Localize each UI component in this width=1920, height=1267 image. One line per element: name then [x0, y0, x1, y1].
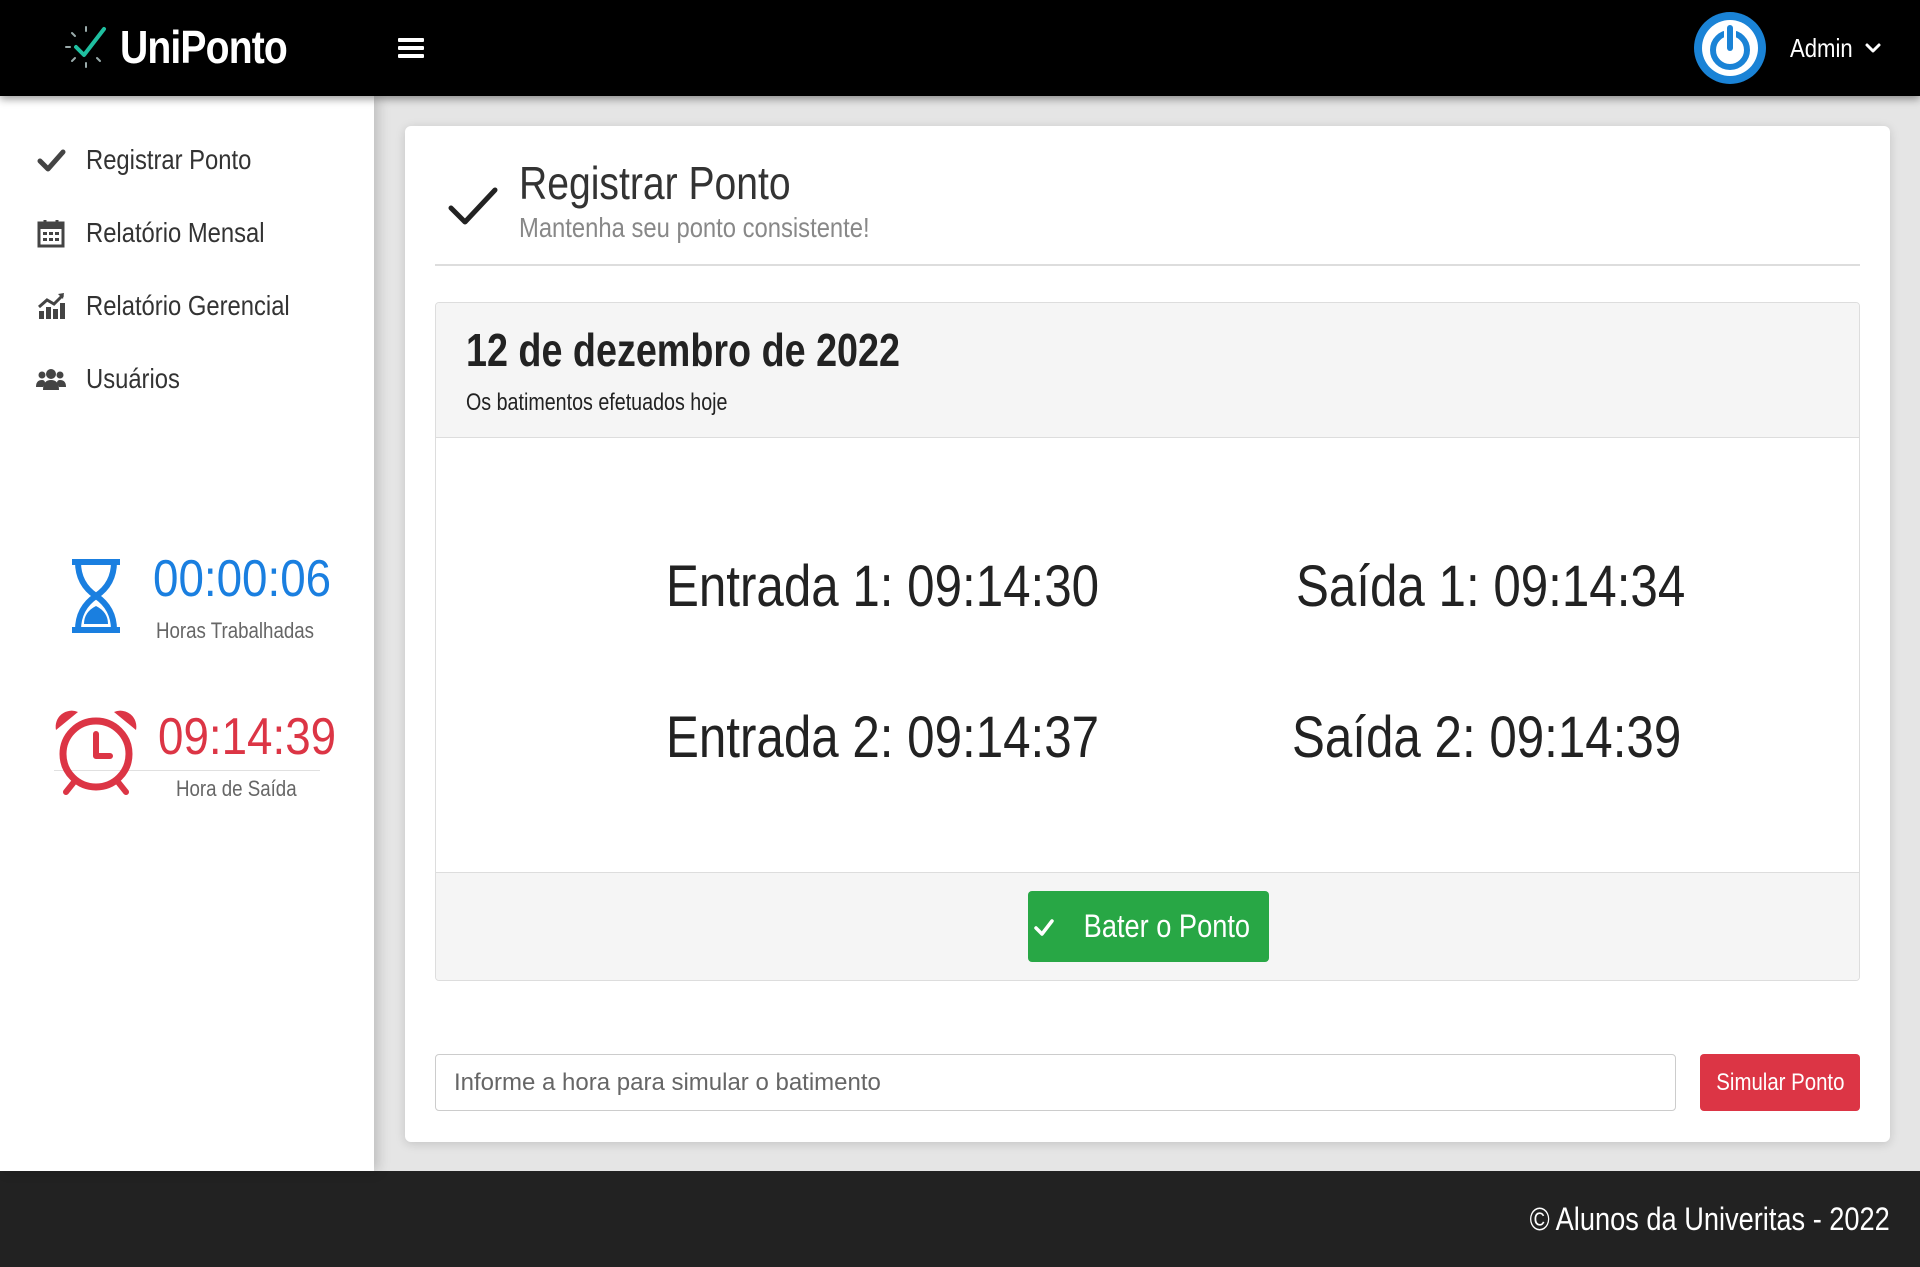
- punch-exit-1: Saída 1: 09:14:34: [1296, 554, 1686, 619]
- bater-ponto-button[interactable]: Bater o Ponto: [1028, 891, 1269, 962]
- sidebar-item-usuarios[interactable]: Usuários: [36, 363, 196, 395]
- registrar-ponto-card: Registrar Ponto Mantenha seu ponto consi…: [405, 126, 1890, 1142]
- calendar-icon: [36, 218, 66, 248]
- page-subtitle: Mantenha seu ponto consistente!: [519, 212, 870, 243]
- exit-time-caption: Hora de Saída: [176, 776, 297, 801]
- alarm-clock-icon: [55, 710, 137, 795]
- sidebar-item-label: Relatório Gerencial: [86, 290, 290, 321]
- divider: [435, 264, 1860, 266]
- sidebar: Registrar Ponto Relatório Mensal Relatór…: [0, 96, 374, 1171]
- hourglass-icon: [72, 559, 120, 633]
- footer: © Alunos da Univeritas - 2022: [0, 1171, 1920, 1267]
- sidebar-item-relatorio-gerencial[interactable]: Relatório Gerencial: [36, 290, 326, 322]
- check-icon: [1033, 918, 1054, 936]
- page-title: Registrar Ponto: [519, 157, 791, 209]
- brand[interactable]: UniPonto: [62, 20, 316, 74]
- date-subtitle: Os batimentos efetuados hoje: [466, 389, 728, 416]
- top-navbar: UniPonto Admin: [0, 0, 1920, 96]
- sidebar-item-label: Usuários: [86, 363, 180, 394]
- date-title: 12 de dezembro de 2022: [466, 324, 900, 376]
- exit-time-value: 09:14:39: [158, 708, 337, 766]
- brand-name: UniPonto: [120, 21, 288, 73]
- punches-panel: 12 de dezembro de 2022 Os batimentos efe…: [435, 302, 1860, 981]
- sidebar-item-label: Registrar Ponto: [86, 144, 252, 175]
- sidebar-item-registrar-ponto[interactable]: Registrar Ponto: [36, 144, 281, 176]
- bater-ponto-label: Bater o Ponto: [1083, 908, 1250, 944]
- punches-panel-footer: Bater o Ponto: [436, 872, 1859, 980]
- punch-entry-2: Entrada 2: 09:14:37: [666, 705, 1100, 770]
- punches-panel-header: 12 de dezembro de 2022 Os batimentos efe…: [436, 303, 1859, 438]
- user-menu[interactable]: Admin: [1694, 12, 1884, 84]
- check-icon: [36, 145, 66, 175]
- simular-ponto-button[interactable]: Simular Ponto: [1700, 1054, 1860, 1111]
- menu-toggle-button[interactable]: [398, 38, 424, 60]
- simulate-time-input[interactable]: [435, 1054, 1676, 1111]
- worked-hours-value: 00:00:06: [153, 550, 332, 608]
- users-icon: [36, 364, 66, 394]
- simular-ponto-label: Simular Ponto: [1715, 1068, 1845, 1096]
- punch-exit-2: Saída 2: 09:14:39: [1292, 705, 1682, 770]
- power-icon[interactable]: [1694, 12, 1766, 84]
- worked-hours-caption: Horas Trabalhadas: [156, 618, 315, 643]
- clock-check-logo-icon: [65, 26, 106, 68]
- user-name: Admin: [1790, 32, 1853, 63]
- sidebar-item-relatorio-mensal[interactable]: Relatório Mensal: [36, 217, 296, 249]
- sidebar-item-label: Relatório Mensal: [86, 217, 265, 248]
- chart-line-icon: [36, 291, 66, 321]
- check-icon: [448, 187, 498, 225]
- chevron-down-icon[interactable]: [1862, 37, 1884, 59]
- footer-copyright: © Alunos da Univeritas - 2022: [1529, 1201, 1890, 1237]
- punch-entry-1: Entrada 1: 09:14:30: [666, 554, 1100, 619]
